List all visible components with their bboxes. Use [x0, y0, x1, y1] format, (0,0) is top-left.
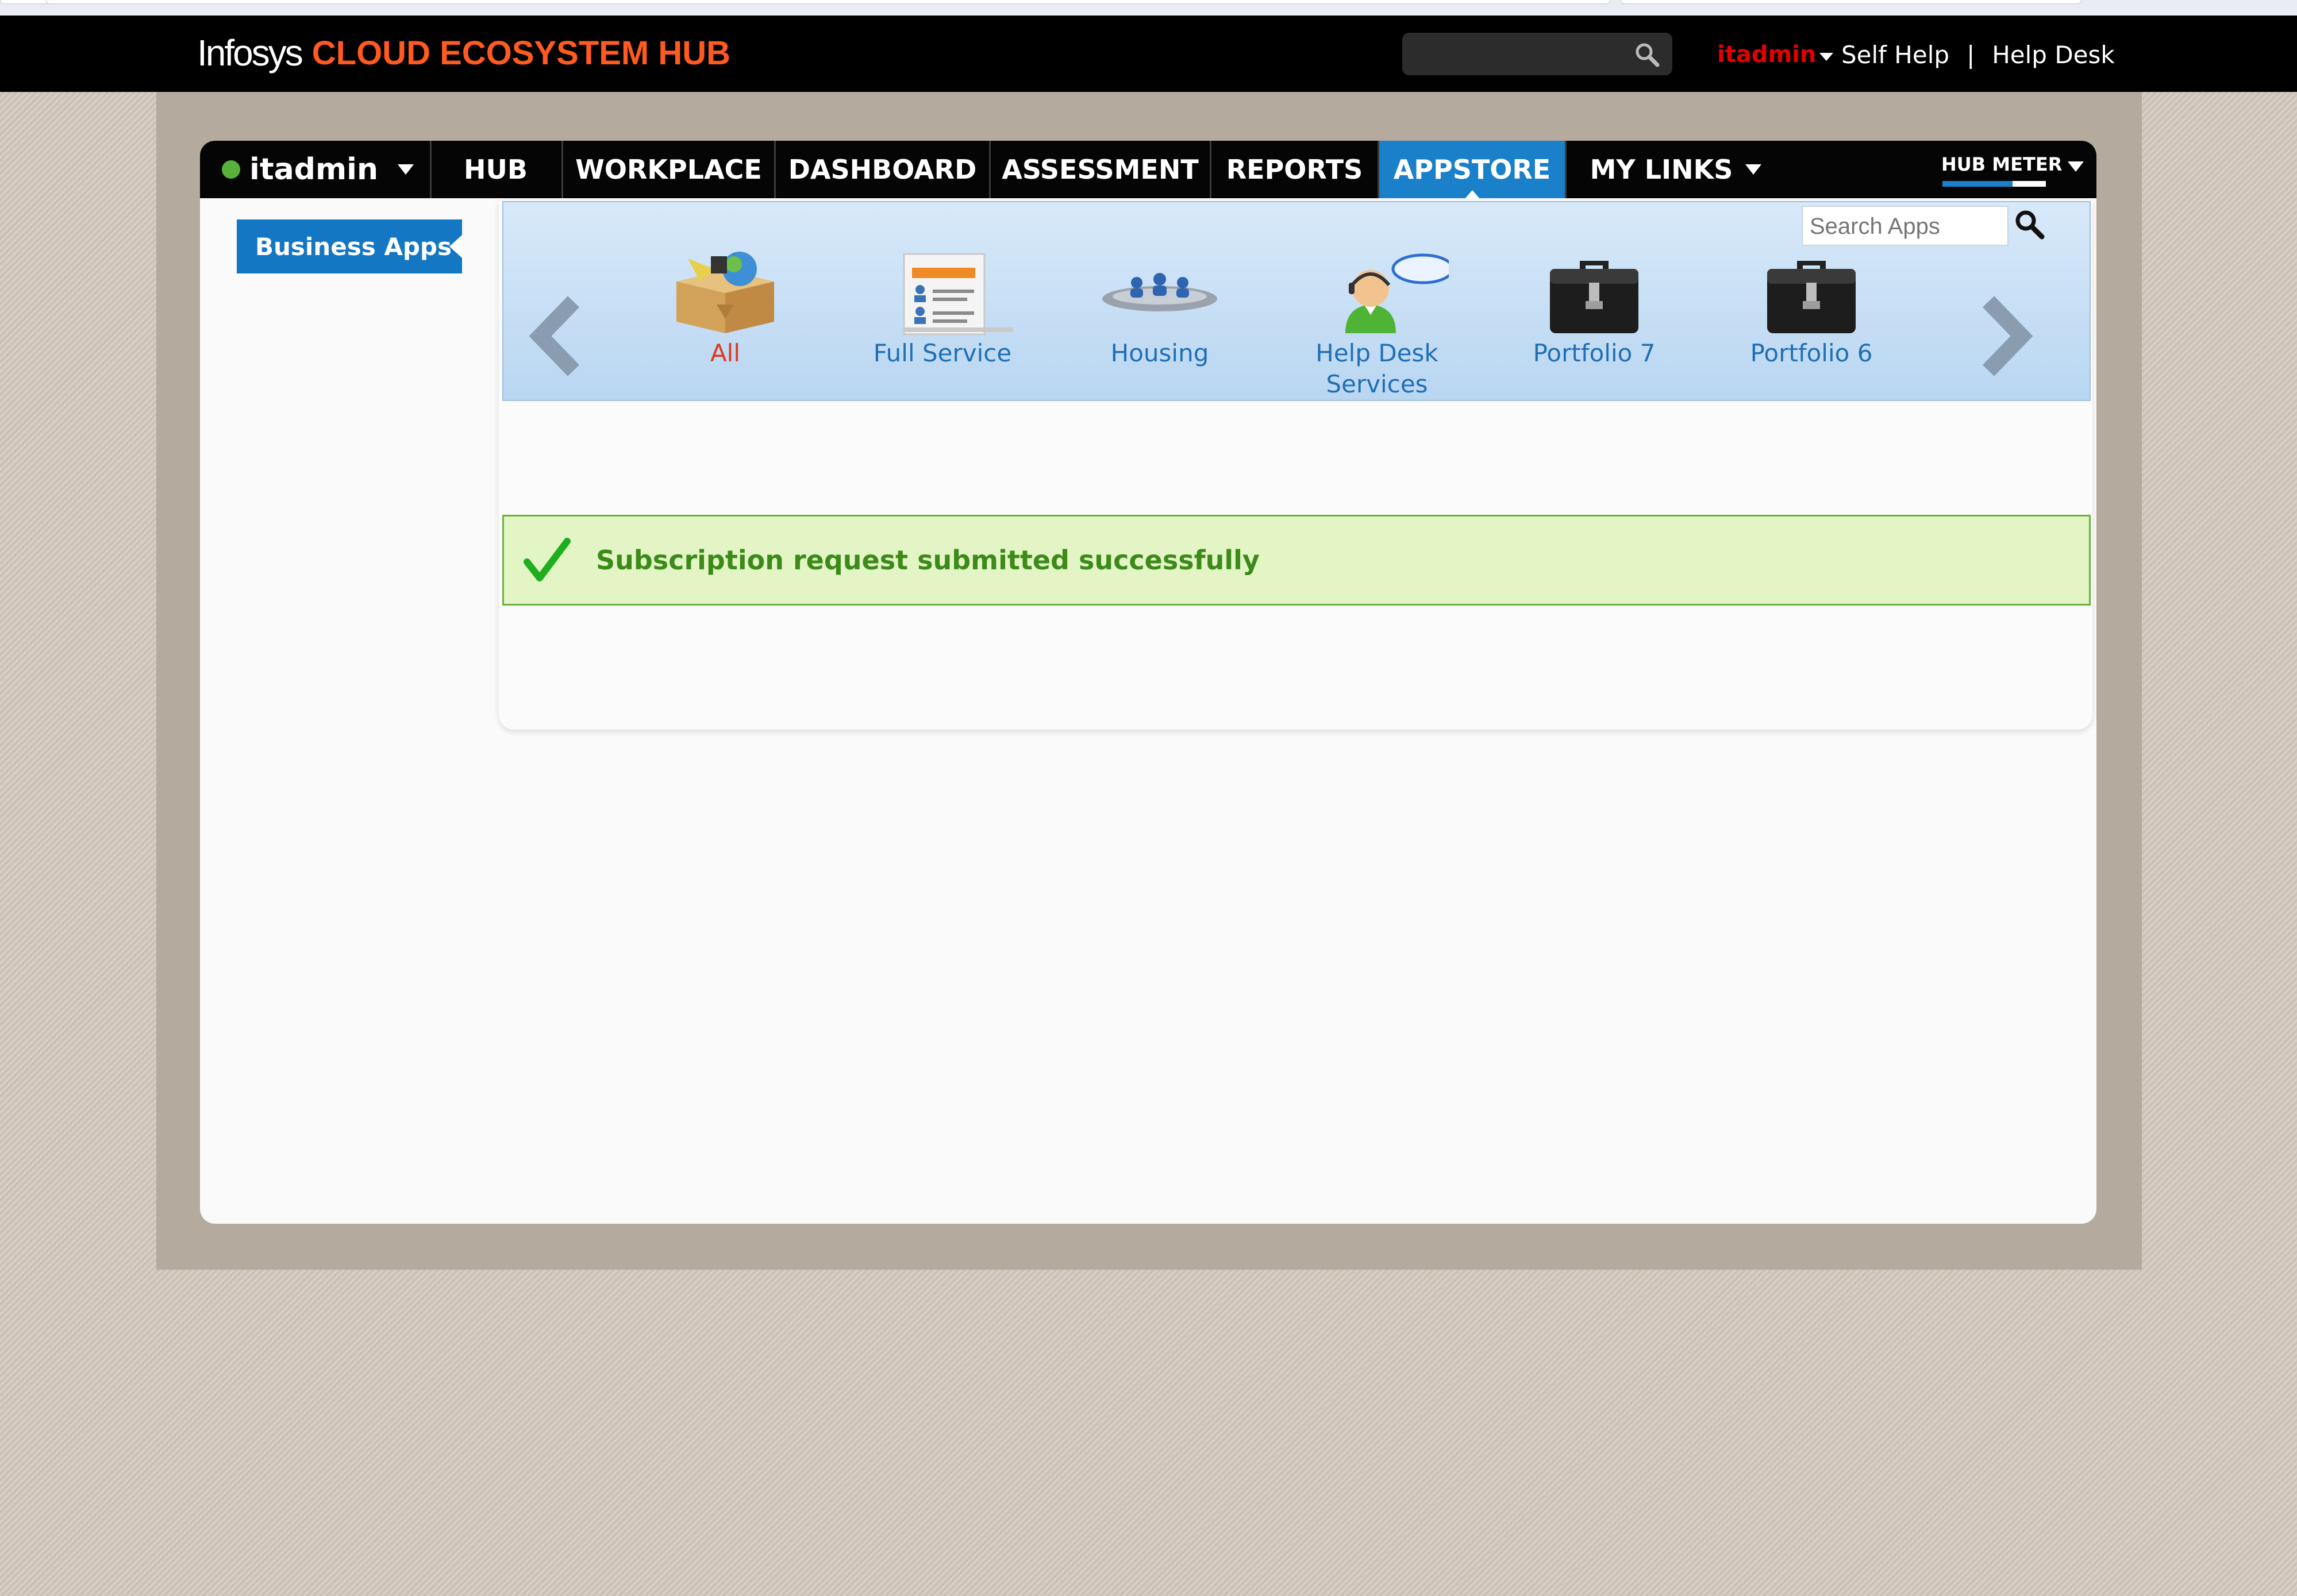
top-links: Self Help | Help Desk	[1841, 41, 2115, 69]
nav-tab-my-links[interactable]: MY LINKS	[1567, 141, 1785, 198]
sidebar-tab-business-apps[interactable]: Business Apps	[237, 219, 462, 273]
app-tile-help-desk-services[interactable]: Help Desk Services	[1291, 247, 1463, 402]
browser-field-edge	[1621, 0, 2081, 4]
nav-tab-label: APPSTORE	[1393, 154, 1551, 185]
self-help-link[interactable]: Self Help	[1841, 41, 1949, 69]
search-icon[interactable]	[1634, 42, 1660, 67]
nav-tab-label: ASSESSMENT	[1002, 154, 1199, 185]
app-tile-all[interactable]: All	[639, 247, 811, 402]
carousel-prev-icon[interactable]	[528, 293, 585, 379]
people-group-icon	[1102, 273, 1217, 311]
hub-meter-label: HUB METER	[1941, 153, 2063, 175]
help-desk-icon	[1345, 253, 1449, 333]
success-message: Subscription request submitted successfu…	[502, 515, 2091, 606]
checkmark-icon	[524, 538, 571, 581]
user-menu-label: itadmin	[1717, 41, 1817, 68]
briefcase-icon	[1550, 261, 1638, 333]
link-separator: |	[1967, 41, 1975, 69]
app-tile-full-service[interactable]: Full Service	[856, 247, 1029, 402]
app-tile-label: Portfolio 6	[1750, 339, 1873, 367]
browser-strip	[0, 0, 2297, 16]
nav-tab-hub[interactable]: HUB	[430, 141, 563, 198]
brand-logo[interactable]: Infosys CLOUD ECOSYSTEM HUB	[197, 32, 731, 74]
sidebar-tab-label: Business Apps	[255, 232, 452, 261]
app-tile-label: Help Desk Services	[1315, 339, 1438, 398]
nav-tab-label: DASHBOARD	[788, 154, 977, 185]
app-search-box	[1802, 206, 2009, 246]
nav-tab-label: REPORTS	[1226, 154, 1363, 185]
search-icon[interactable]	[2013, 208, 2045, 240]
id-card-icon	[903, 253, 1013, 336]
app-tile-label: Portfolio 7	[1533, 339, 1656, 367]
nav-tab-reports[interactable]: REPORTS	[1211, 141, 1379, 198]
app-tile-portfolio-7[interactable]: Portfolio 7	[1508, 247, 1680, 402]
app-tile-housing[interactable]: Housing	[1074, 247, 1246, 402]
help-desk-link[interactable]: Help Desk	[1992, 41, 2115, 69]
briefcase-icon	[1767, 261, 1856, 333]
brand-title: CLOUD ECOSYSTEM HUB	[311, 34, 731, 72]
brand-infosys: Infosys	[197, 32, 303, 74]
chevron-down-icon	[1745, 164, 1762, 175]
online-status-icon	[222, 160, 240, 179]
nav-tab-dashboard[interactable]: DASHBOARD	[776, 141, 991, 198]
success-message-text: Subscription request submitted successfu…	[596, 545, 1260, 576]
nav-user-menu[interactable]: itadmin	[200, 141, 432, 198]
browser-address-edge	[46, 0, 1610, 4]
chevron-down-icon	[398, 164, 414, 175]
app-tile-label: All	[710, 339, 741, 367]
hub-meter-bar	[1942, 181, 2046, 187]
nav-tab-label: WORKPLACE	[575, 154, 762, 185]
tab-notch	[449, 235, 462, 258]
main-nav: itadmin HUB WORKPLACE DASHBOARD ASSESSME…	[200, 141, 2096, 199]
hub-meter[interactable]: HUB METER	[1941, 151, 2085, 191]
chevron-down-icon	[2068, 161, 2084, 172]
top-header: Infosys CLOUD ECOSYSTEM HUB itadmin Self…	[0, 16, 2297, 92]
nav-tab-workplace[interactable]: WORKPLACE	[563, 141, 776, 198]
nav-user-name: itadmin	[249, 152, 379, 187]
nav-tab-label: MY LINKS	[1590, 154, 1733, 185]
nav-tab-assessment[interactable]: ASSESSMENT	[991, 141, 1211, 198]
chevron-down-icon	[1819, 53, 1834, 61]
app-search-input[interactable]	[1809, 211, 2000, 241]
user-menu[interactable]: itadmin	[1717, 41, 1834, 68]
global-search-box	[1402, 33, 1672, 75]
global-search-input[interactable]	[1414, 38, 1623, 70]
nav-tab-appstore[interactable]: APPSTORE	[1379, 141, 1567, 199]
hub-meter-fill	[1942, 181, 2013, 187]
box-icon	[676, 252, 774, 333]
nav-tab-label: HUB	[464, 154, 528, 185]
app-tile-label: Full Service	[873, 339, 1012, 367]
app-tile-portfolio-6[interactable]: Portfolio 6	[1725, 247, 1898, 402]
app-tile-label: Housing	[1110, 339, 1209, 367]
carousel-next-icon[interactable]	[1977, 293, 2034, 379]
